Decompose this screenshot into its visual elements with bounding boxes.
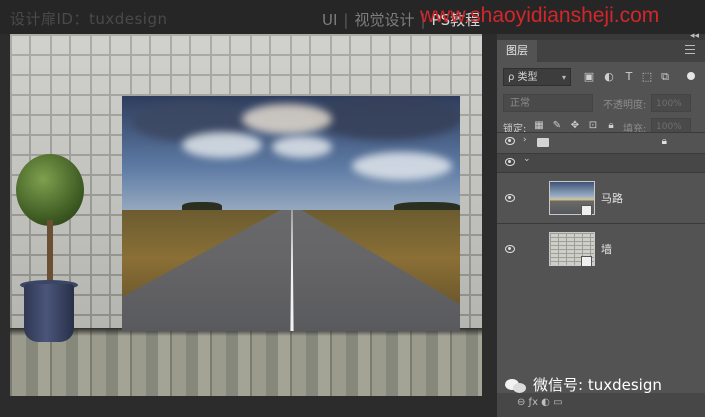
shape-filter-icon[interactable]: ⬚ bbox=[641, 71, 653, 83]
folder-icon bbox=[537, 138, 549, 147]
eye-icon[interactable] bbox=[505, 245, 515, 253]
eye-icon[interactable] bbox=[505, 137, 515, 145]
document-canvas[interactable] bbox=[10, 34, 482, 396]
image-filter-icon[interactable]: ▣ bbox=[583, 71, 595, 83]
open-group-row[interactable]: ⌄ bbox=[497, 153, 705, 172]
road-photo-layer[interactable] bbox=[122, 96, 460, 331]
layers-panel: ◂◂ 图层 ρ 类型 ▾ ▣ ◐ T ⬚ ⧉ 正常 不透明度: 100% 锁定: … bbox=[497, 31, 705, 417]
chevron-down-icon[interactable]: ⌄ bbox=[523, 154, 531, 164]
nav-visual-design[interactable]: 视觉设计 bbox=[354, 11, 414, 29]
blend-row: 正常 不透明度: 100% bbox=[497, 94, 705, 114]
lock-position-icon[interactable]: ✥ bbox=[569, 120, 581, 131]
eye-icon[interactable] bbox=[505, 194, 515, 202]
smart-object-badge-icon bbox=[581, 256, 592, 267]
panel-menu-icon[interactable] bbox=[685, 45, 695, 54]
lock-artboard-icon[interactable]: ⊡ bbox=[587, 120, 599, 131]
adjustment-filter-icon[interactable]: ◐ bbox=[603, 71, 615, 83]
text-filter-icon[interactable]: T bbox=[623, 71, 635, 83]
site-url-watermark: www.shaoyidiansheji.com bbox=[420, 4, 660, 27]
smart-object-filter-icon[interactable]: ⧉ bbox=[659, 71, 671, 83]
layer-list: › 🔒︎ ⌄ 马路 墙 bbox=[497, 132, 705, 274]
lock-icon: 🔒︎ bbox=[661, 136, 667, 147]
potted-plant bbox=[12, 154, 92, 344]
layer-name: 墙 bbox=[601, 243, 612, 256]
opacity-input[interactable]: 100% bbox=[651, 94, 691, 112]
layer-name: 马路 bbox=[601, 192, 623, 205]
filter-type-select[interactable]: ρ 类型 ▾ bbox=[503, 68, 571, 86]
opacity-label: 不透明度: bbox=[603, 100, 647, 111]
link-icon[interactable]: ⊖ ƒx ◐ ▭ bbox=[517, 397, 563, 408]
nav-separator: | bbox=[343, 11, 349, 29]
smart-object-badge-icon bbox=[581, 205, 592, 216]
top-banner: 设计扉ID：tuxdesign UI | 视觉设计 | PS教程 www.shaoyid… bbox=[0, 0, 705, 34]
layer-filter-row: ρ 类型 ▾ ▣ ◐ T ⬚ ⧉ bbox=[497, 68, 705, 90]
lock-all-icon[interactable]: 🔒︎ bbox=[605, 120, 617, 131]
blend-mode-select[interactable]: 正常 bbox=[503, 94, 593, 112]
lock-paint-icon[interactable]: ✎ bbox=[551, 120, 563, 131]
nav-ui[interactable]: UI bbox=[322, 11, 337, 29]
filter-toggle[interactable] bbox=[687, 72, 695, 80]
chevron-right-icon[interactable]: › bbox=[523, 135, 527, 145]
layer-item[interactable]: 马路 bbox=[497, 172, 705, 223]
layer-item[interactable]: 墙 bbox=[497, 223, 705, 274]
brand-text: 设计扉ID：tuxdesign bbox=[10, 10, 168, 28]
wechat-watermark: 微信号: tuxdesign bbox=[505, 372, 700, 398]
tab-layers[interactable]: 图层 bbox=[497, 40, 537, 62]
eye-icon[interactable] bbox=[505, 158, 515, 166]
wechat-icon bbox=[505, 377, 527, 394]
chevron-down-icon: ▾ bbox=[561, 73, 566, 82]
watermark-text: 微信号: tuxdesign bbox=[533, 376, 662, 394]
lock-transparent-icon[interactable]: ▦ bbox=[533, 120, 545, 131]
group-layer-row[interactable]: › 🔒︎ bbox=[497, 132, 705, 153]
